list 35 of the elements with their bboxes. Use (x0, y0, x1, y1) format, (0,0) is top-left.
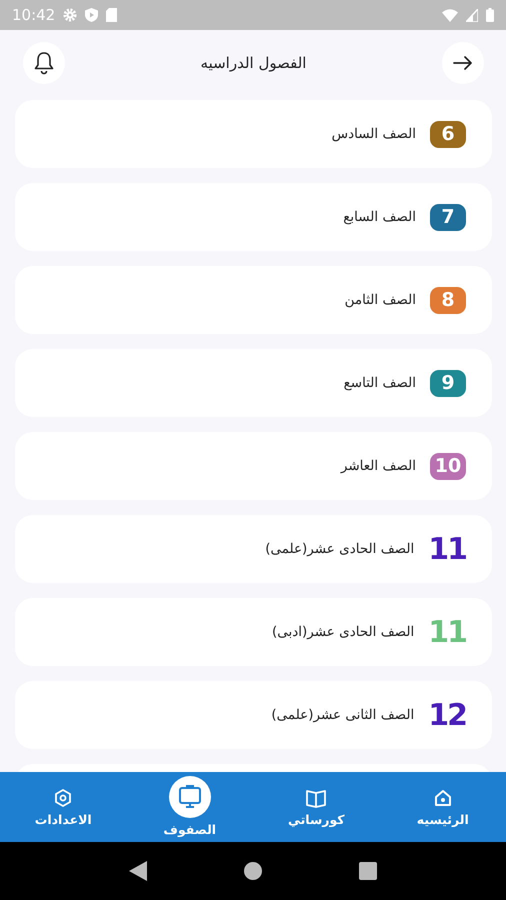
battery-icon (486, 8, 494, 22)
grade-label: الصف الحادى عشر(علمى) (265, 541, 414, 557)
grade-number-badge: 10 (430, 452, 466, 480)
grade-number-badge: 8 (430, 286, 466, 314)
grade-label: الصف السابع (343, 209, 416, 225)
grade-label: الصف التاسع (344, 375, 416, 391)
grade-number: 11 (428, 532, 466, 566)
grade-label: الصف الثانى عشر(علمى) (271, 707, 414, 723)
grade-number-badge: 7 (430, 204, 466, 230)
nav-tab[interactable]: الاعدادات (0, 772, 126, 842)
grade-label: الصف الثامن (344, 292, 416, 308)
back-nav-icon[interactable] (128, 861, 147, 881)
signal-icon (466, 8, 478, 22)
notifications-button[interactable] (23, 42, 65, 84)
sd-card-icon (106, 8, 118, 22)
bell-icon (33, 50, 55, 74)
grade-label: الصف الحادى عشر(ادبى) (272, 624, 414, 640)
nav-tab[interactable]: الرئيسيه (380, 772, 506, 842)
home-nav-icon[interactable] (244, 862, 262, 880)
recents-nav-icon[interactable] (359, 862, 378, 880)
arrow-right-icon (452, 56, 473, 70)
grade-number-badge: 9 (430, 370, 466, 396)
grade-number: 11 (428, 614, 466, 650)
shield-icon (85, 8, 98, 22)
grade-number-badge: 6 (430, 120, 466, 148)
nav-tab[interactable]: الصفوف (126, 772, 253, 842)
nav-tab[interactable]: كورساتي (253, 772, 380, 842)
status-time: 10:42 (12, 6, 56, 24)
grade-number: 12 (428, 698, 466, 732)
page-title: الفصول الدراسيه (200, 54, 306, 72)
grade-label: الصف العاشر (340, 458, 416, 474)
gear-icon (63, 8, 78, 22)
grade-label: الصف السادس (332, 126, 416, 142)
wifi-icon (442, 8, 458, 22)
monitor-icon (176, 784, 203, 810)
